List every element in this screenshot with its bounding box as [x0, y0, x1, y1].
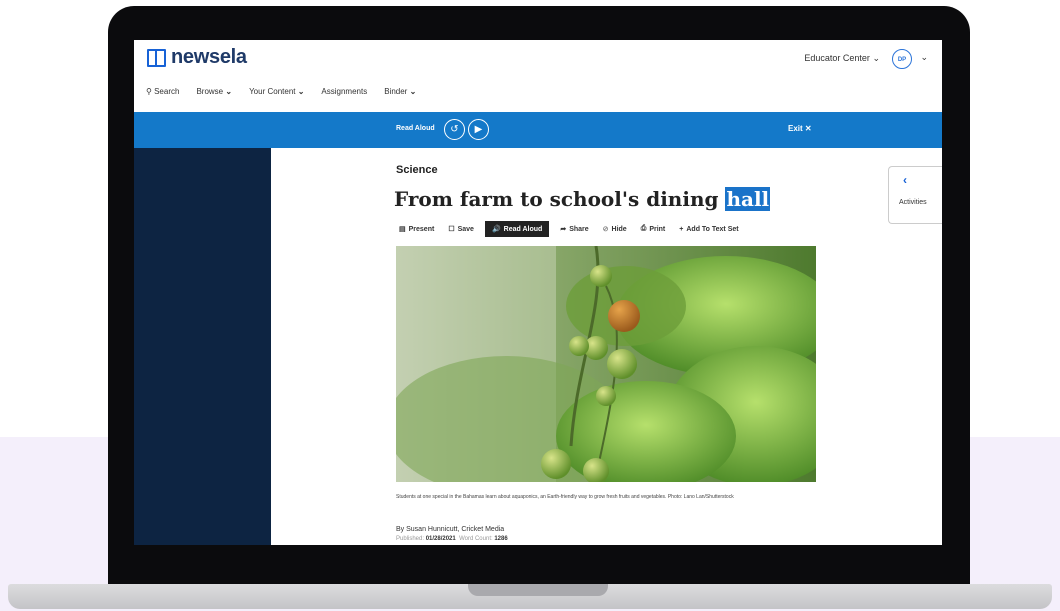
logo-text: newsela [171, 46, 247, 68]
published-label: Published: [396, 536, 425, 542]
present-icon: ▤ [399, 226, 406, 233]
close-icon: ✕ [804, 124, 812, 133]
nav-browse-label: Browse [196, 87, 224, 96]
photo-caption: Students at one special in the Bahamas l… [396, 494, 734, 500]
nav-binder[interactable]: Binder ⌄ [384, 87, 416, 96]
print-button[interactable]: ⎙ Print [638, 222, 669, 236]
highlighted-word: hall [725, 187, 771, 211]
app-screen: newsela Educator Center ⌄ DP ⌄ ⚲ Search … [134, 40, 942, 545]
share-icon: ➦ [560, 226, 567, 233]
chevron-down-icon: ⌄ [225, 87, 233, 96]
save-label: Save [457, 225, 474, 233]
read-aloud-button-label: Read Aloud [503, 225, 543, 233]
article-toolbar: ▤ Present ☐ Save 🔊 Read Aloud ➦ Share ⊘ Hide … [396, 221, 742, 237]
printer-icon: ⎙ [640, 225, 647, 232]
chevron-left-icon: ‹ [903, 173, 907, 187]
save-button[interactable]: ☐ Save [445, 222, 477, 236]
published-date: 01/28/2021 [425, 536, 456, 542]
add-to-text-set-label: Add To Text Set [686, 225, 739, 233]
plus-icon: + [679, 225, 684, 233]
read-aloud-button[interactable]: 🔊 Read Aloud [484, 221, 550, 237]
present-label: Present [408, 225, 435, 233]
speaker-icon: 🔊 [491, 226, 501, 233]
nav-your-content-label: Your Content [249, 87, 296, 96]
word-count: 1286 [494, 536, 508, 542]
play-icon: ▶ [474, 124, 483, 135]
read-aloud-label: Read Aloud [396, 125, 435, 132]
add-to-text-set-button[interactable]: + Add To Text Set [676, 223, 741, 236]
chevron-down-icon: ⌄ [872, 53, 880, 63]
bookmark-icon: ☐ [448, 226, 455, 233]
educator-center-label: Educator Center [804, 53, 870, 63]
educator-center-menu[interactable]: Educator Center ⌄ [804, 53, 880, 64]
sidebar [134, 148, 271, 545]
header: newsela Educator Center ⌄ DP ⌄ ⚲ Search … [134, 40, 942, 112]
replay-button[interactable]: ↺ [444, 119, 465, 140]
tomato-lettuce-photo [396, 246, 816, 482]
title-text: From farm to school's dining [394, 187, 726, 211]
newsela-logo[interactable]: newsela [147, 46, 247, 69]
read-aloud-bar: Read Aloud ↺ ▶ Exit ✕ [134, 112, 942, 148]
activities-tab[interactable]: ‹ Activities [888, 166, 942, 224]
share-button[interactable]: ➦ Share [557, 222, 591, 236]
nav-search-label: Search [154, 87, 180, 96]
search-icon: ⚲ [146, 87, 152, 96]
chevron-down-icon: ⌄ [409, 87, 417, 96]
nav-browse[interactable]: Browse ⌄ [196, 87, 232, 96]
nav-binder-label: Binder [384, 87, 408, 96]
play-button[interactable]: ▶ [468, 119, 489, 140]
exit-label: Exit [788, 124, 803, 133]
main-nav: ⚲ Search Browse ⌄ Your Content ⌄ Assignm… [146, 87, 416, 96]
hide-label: Hide [611, 225, 627, 233]
chevron-down-icon: ⌄ [297, 87, 305, 96]
eye-slash-icon: ⊘ [602, 226, 609, 233]
article-meta: Published: 01/28/2021 Word Count: 1286 [396, 536, 508, 542]
print-label: Print [649, 225, 666, 233]
share-label: Share [569, 225, 589, 233]
nav-assignments[interactable]: Assignments [321, 87, 367, 96]
hide-button[interactable]: ⊘ Hide [600, 222, 630, 236]
laptop-notch [468, 584, 608, 596]
byline: By Susan Hunnicutt, Cricket Media [396, 526, 505, 533]
page-title: From farm to school's dining hall [394, 187, 771, 211]
chevron-down-icon[interactable]: ⌄ [920, 52, 928, 63]
replay-icon: ↺ [450, 124, 459, 135]
article-photo [396, 246, 816, 482]
word-count-label: Word Count: [459, 536, 493, 542]
nav-search[interactable]: ⚲ Search [146, 87, 179, 96]
present-button[interactable]: ▤ Present [396, 222, 437, 236]
exit-button[interactable]: Exit ✕ [788, 124, 812, 133]
avatar[interactable]: DP [892, 49, 912, 69]
nav-your-content[interactable]: Your Content ⌄ [249, 87, 304, 96]
activities-label: Activities [899, 199, 927, 206]
section-label[interactable]: Science [396, 164, 438, 176]
newsela-logo-icon [147, 48, 166, 67]
